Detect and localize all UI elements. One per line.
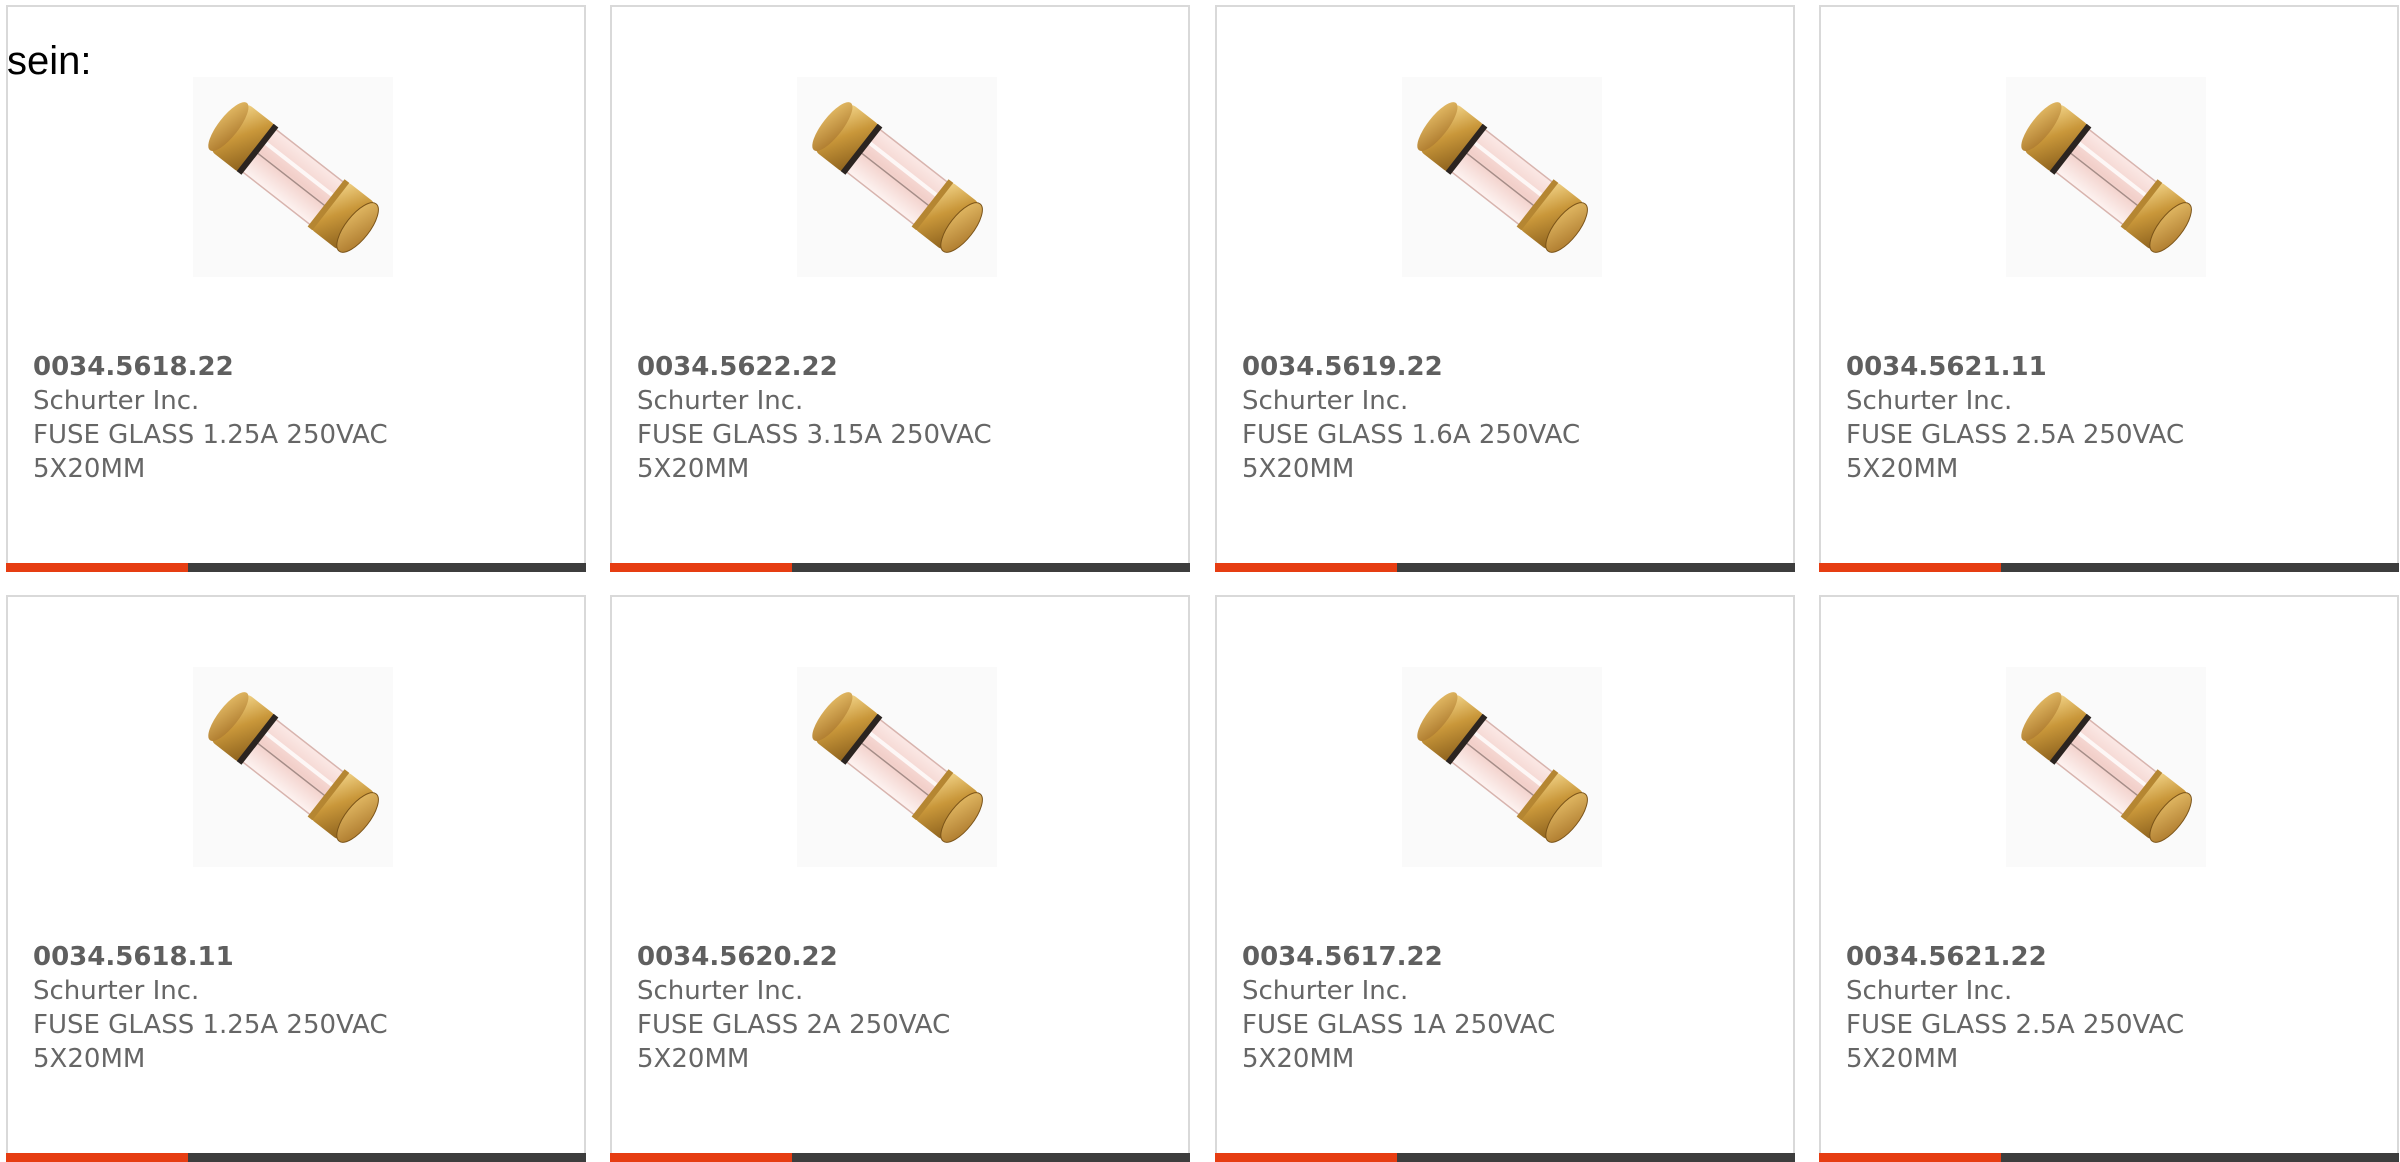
part-number[interactable]: 0034.5618.22 <box>33 350 453 384</box>
manufacturer: Schurter Inc. <box>1846 976 2013 1006</box>
product-card[interactable]: 0034.5621.22 Schurter Inc. FUSE GLASS 2.… <box>1819 595 2399 1162</box>
product-grid: 0034.5618.22 Schurter Inc. FUSE GLASS 1.… <box>6 5 2400 1162</box>
product-description: FUSE GLASS 1.25A 250VAC 5X20MM <box>33 420 388 484</box>
part-number[interactable]: 0034.5619.22 <box>1242 350 1662 384</box>
glass-fuse-icon <box>797 77 997 277</box>
card-bar-accent <box>610 563 792 572</box>
glass-fuse-icon <box>1402 77 1602 277</box>
glass-fuse-icon <box>1402 667 1602 867</box>
card-bar-accent <box>6 563 188 572</box>
intro-text: sein: <box>7 39 92 83</box>
card-bar-accent <box>1819 563 2001 572</box>
manufacturer: Schurter Inc. <box>637 976 804 1006</box>
glass-fuse-icon <box>193 77 393 277</box>
glass-fuse-icon <box>2006 667 2206 867</box>
product-description: FUSE GLASS 1.25A 250VAC 5X20MM <box>33 1010 388 1074</box>
product-description: FUSE GLASS 2.5A 250VAC 5X20MM <box>1846 1010 2185 1074</box>
glass-fuse-icon <box>193 667 393 867</box>
manufacturer: Schurter Inc. <box>1846 386 2013 416</box>
product-card[interactable]: 0034.5619.22 Schurter Inc. FUSE GLASS 1.… <box>1215 5 1795 572</box>
product-card[interactable]: 0034.5621.11 Schurter Inc. FUSE GLASS 2.… <box>1819 5 2399 572</box>
glass-fuse-icon <box>797 667 997 867</box>
manufacturer: Schurter Inc. <box>1242 386 1409 416</box>
product-description: FUSE GLASS 2A 250VAC 5X20MM <box>637 1010 951 1074</box>
product-card[interactable]: 0034.5618.11 Schurter Inc. FUSE GLASS 1.… <box>6 595 586 1162</box>
card-bottom-bar <box>1819 563 2399 572</box>
product-card[interactable]: 0034.5618.22 Schurter Inc. FUSE GLASS 1.… <box>6 5 586 572</box>
manufacturer: Schurter Inc. <box>637 386 804 416</box>
part-number[interactable]: 0034.5618.11 <box>33 940 453 974</box>
product-description: FUSE GLASS 3.15A 250VAC 5X20MM <box>637 420 992 484</box>
product-description: FUSE GLASS 1.6A 250VAC 5X20MM <box>1242 420 1581 484</box>
glass-fuse-icon <box>2006 77 2206 277</box>
part-number[interactable]: 0034.5622.22 <box>637 350 1057 384</box>
part-number[interactable]: 0034.5621.11 <box>1846 350 2266 384</box>
product-card[interactable]: 0034.5620.22 Schurter Inc. FUSE GLASS 2A… <box>610 595 1190 1162</box>
product-card[interactable]: 0034.5622.22 Schurter Inc. FUSE GLASS 3.… <box>610 5 1190 572</box>
card-bottom-bar <box>6 563 586 572</box>
part-number[interactable]: 0034.5621.22 <box>1846 940 2266 974</box>
manufacturer: Schurter Inc. <box>33 386 200 416</box>
manufacturer: Schurter Inc. <box>1242 976 1409 1006</box>
card-bottom-bar <box>610 563 1190 572</box>
card-bar-accent <box>1215 563 1397 572</box>
part-number[interactable]: 0034.5620.22 <box>637 940 1057 974</box>
card-bottom-bar <box>1215 563 1795 572</box>
product-description: FUSE GLASS 2.5A 250VAC 5X20MM <box>1846 420 2185 484</box>
manufacturer: Schurter Inc. <box>33 976 200 1006</box>
product-card[interactable]: 0034.5617.22 Schurter Inc. FUSE GLASS 1A… <box>1215 595 1795 1162</box>
product-description: FUSE GLASS 1A 250VAC 5X20MM <box>1242 1010 1556 1074</box>
part-number[interactable]: 0034.5617.22 <box>1242 940 1662 974</box>
